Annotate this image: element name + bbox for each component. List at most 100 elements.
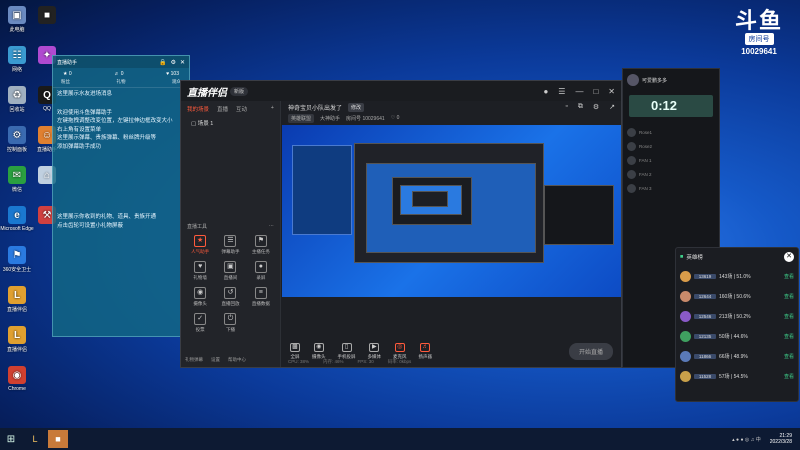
taskbar-app-1[interactable]: L [25, 430, 45, 448]
category-pill[interactable]: 英雄联盟 [288, 113, 315, 123]
edit-title-button[interactable]: 修改 [348, 102, 365, 112]
chat-name: Rose1 [639, 129, 653, 135]
avatar [627, 74, 639, 86]
footer-gift[interactable]: 礼物弹幕 [185, 357, 203, 363]
gift-icon[interactable]: ▫ [565, 103, 567, 111]
hero-avatar [680, 290, 691, 302]
tool-item[interactable]: ☰ 弹幕助手 [215, 235, 245, 255]
footer-help[interactable]: 帮助中心 [228, 357, 246, 363]
phone-cast-button[interactable]: ▯ 手机投屏 [338, 342, 356, 360]
system-tray: ▴ ● ● ◎ ♫ 中 21:29 2022/3/28 [732, 433, 800, 445]
desktop-icon[interactable]: ◉ Chrome [0, 366, 34, 392]
gear-icon[interactable]: ⚙ [171, 59, 176, 66]
tool-icon: ✓ [194, 313, 207, 325]
tool-item[interactable]: ✓ 投票 [185, 313, 215, 333]
tool-item[interactable]: ↺ 直播回放 [215, 287, 245, 307]
rank-record: 213场 | 50.2% [719, 313, 751, 320]
hero-avatar [680, 350, 691, 362]
avatar[interactable]: ● [543, 87, 548, 96]
assistant-header[interactable]: 直播助手 🔒 ⚙ ✕ [53, 56, 189, 68]
tab-scenes[interactable]: 我的场景 [187, 105, 209, 113]
chat-row: Rose2 [627, 139, 715, 153]
view-button[interactable]: 查看 [784, 293, 794, 300]
tab-live[interactable]: 直播 [217, 105, 228, 113]
view-button[interactable]: 查看 [784, 313, 794, 320]
lock-icon[interactable]: 🔒 [159, 59, 166, 66]
settings-icon[interactable]: ⚙ [593, 103, 599, 111]
footer-settings[interactable]: 设置 [211, 357, 220, 363]
desktop-icon[interactable]: ♻ 回收站 [0, 86, 34, 113]
desktop-icon-label: 网络 [11, 67, 22, 73]
desktop-icon[interactable]: L 直播伴侣 [0, 326, 34, 353]
more-icon[interactable]: ⋯ [269, 223, 274, 230]
tool-item[interactable]: ● 录屏 [246, 261, 276, 281]
hero-avatar [680, 370, 691, 382]
maximize-icon[interactable]: □ [593, 87, 598, 96]
tool-item[interactable]: ▣ 直播间 [215, 261, 245, 281]
stream-preview[interactable] [282, 125, 621, 297]
microphone-button[interactable]: ◎ 麦克风 [393, 342, 407, 360]
desktop-icon[interactable]: L 直播伴侣 [0, 286, 34, 313]
tool-item[interactable]: ⏻ 下播 [215, 313, 245, 333]
desktop-icon[interactable]: ■ [30, 6, 64, 26]
add-scene-icon[interactable]: + [271, 105, 274, 113]
view-button[interactable]: 查看 [784, 353, 794, 360]
hero-rank-panel[interactable]: ■ 英雄榜 ✕ 13619 143场 | 51.0% 查看 12644 160场 | 5… [675, 247, 799, 402]
tool-item[interactable]: ⚑ 主播任务 [246, 235, 276, 255]
rank-record: 57场 | 54.5% [719, 373, 748, 380]
menu-icon[interactable]: ☰ [558, 87, 565, 96]
minimize-icon[interactable]: — [575, 87, 583, 96]
tray-icons[interactable]: ▴ ● ● ◎ ♫ 中 [732, 436, 761, 443]
hero-avatar [680, 310, 691, 322]
main-content: 神奇宝贝小队出发了 修改 ▫ ⧉ ⚙ ↗ 英雄联盟 大神助手 房间号 10029… [282, 101, 621, 367]
tab-interact[interactable]: 互动 [236, 105, 247, 113]
room-id-label: 房间号 10029641 [346, 115, 385, 122]
assistant-title: 直播助手 [57, 59, 78, 66]
view-button[interactable]: 查看 [784, 333, 794, 340]
clock[interactable]: 21:29 2022/3/28 [770, 433, 792, 445]
go-live-button[interactable]: 开始直播 [568, 342, 613, 360]
room-title: 神奇宝贝小队出发了 [288, 105, 343, 112]
desktop-icon[interactable]: ☷ 网络 [0, 46, 34, 73]
scene-item[interactable]: ▢ 场景 1 [181, 117, 280, 129]
tool-icon: ▣ [224, 261, 237, 273]
rank-record: 66场 | 48.9% [719, 353, 748, 360]
taskbar-app-2[interactable]: ■ [48, 430, 68, 448]
close-icon[interactable]: ✕ [784, 252, 794, 262]
link-icon[interactable]: ↗ [609, 103, 615, 111]
tool-label: 直播间 [223, 275, 238, 280]
share-icon[interactable]: ⧉ [578, 103, 583, 111]
desktop-icon-label: 控制面板 [6, 147, 27, 153]
uploader-label: 大神助手 [320, 115, 341, 122]
main-titlebar[interactable]: 直播伴侣 新版 ● ☰ — □ ✕ [181, 81, 621, 101]
fullscreen-button[interactable]: ▩ 全屏 [290, 342, 300, 360]
tool-icon: ⚑ [254, 235, 267, 247]
tool-icon: ★ [194, 235, 207, 247]
desktop-icon[interactable]: ▣ 此电脑 [0, 6, 34, 33]
desktop-icon[interactable]: ⚑ 360安全卫士 [0, 246, 34, 273]
view-button[interactable]: 查看 [784, 273, 794, 280]
close-icon[interactable]: ✕ [180, 59, 185, 66]
start-button[interactable]: ⊞ [0, 434, 22, 445]
room-chat-list: Rose1 Rose2 FAN 1 FAN 2 FAN 3 [623, 121, 719, 199]
close-icon[interactable]: ✕ [608, 87, 615, 96]
streaming-companion-window[interactable]: 直播伴侣 新版 ● ☰ — □ ✕ 我的场景 直播 互动 + ▢ 场景 1 直播… [180, 80, 622, 368]
desktop-icon[interactable]: e Microsoft Edge [0, 206, 34, 232]
chat-row: FAN 3 [627, 181, 715, 195]
camera-button[interactable]: ◉ 摄像头 [312, 342, 326, 360]
desktop-icon[interactable]: ✉ 微信 [0, 166, 34, 193]
avatar [627, 169, 636, 179]
rank-row: 11528 57场 | 54.5% 查看 [676, 366, 798, 386]
tool-item[interactable]: ≡ 直播数据 [246, 287, 276, 307]
rank-id: 12644 [694, 293, 716, 299]
view-button[interactable]: 查看 [784, 373, 794, 380]
tool-item[interactable]: ♥ 礼物墙 [185, 261, 215, 281]
rank-id: 11528 [694, 373, 716, 379]
desktop-icon[interactable]: ⚙ 控制面板 [0, 126, 34, 153]
danmaku-assistant-panel[interactable]: 直播助手 🔒 ⚙ ✕ ★ 0 ♬ 0 ♥ 103 粉丝 礼物 观众 这里展示水友… [52, 55, 190, 337]
tool-item[interactable]: ◉ 摄像头 [185, 287, 215, 307]
media-button[interactable]: ▶ 多媒体 [368, 342, 381, 360]
speaker-button[interactable]: ♬ 扬声器 [419, 342, 432, 360]
app-brand: 直播伴侣 [187, 87, 227, 99]
tool-item[interactable]: ★ 人气助手 [185, 235, 215, 255]
